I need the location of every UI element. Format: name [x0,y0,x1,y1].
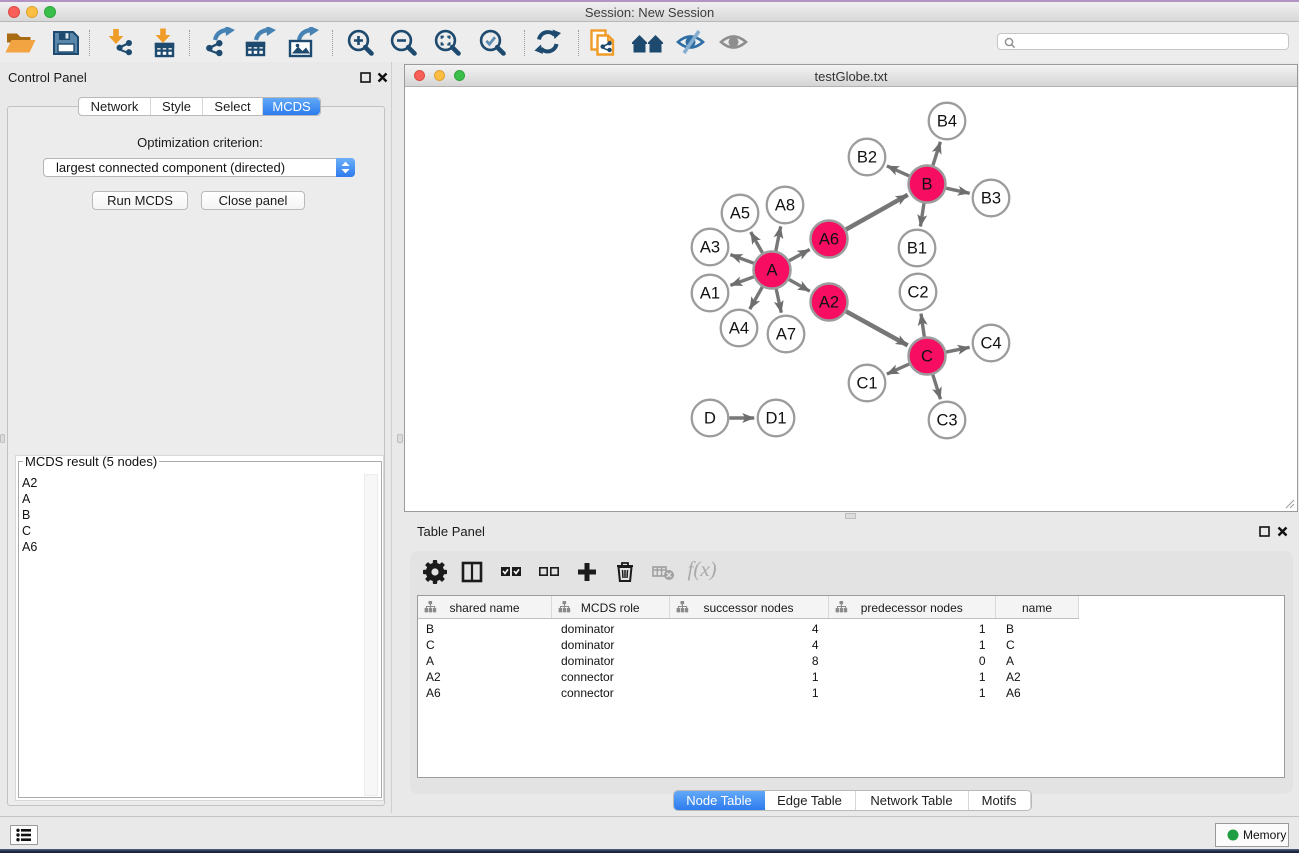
svg-text:B2: B2 [857,149,877,167]
svg-text:D1: D1 [765,410,786,428]
svg-text:A1: A1 [700,285,720,303]
svg-text:A6: A6 [819,231,839,249]
svg-text:B: B [921,176,932,194]
svg-text:D: D [704,410,716,428]
svg-text:A: A [766,262,777,280]
svg-text:B4: B4 [937,113,957,131]
svg-text:C3: C3 [936,412,957,430]
svg-text:A3: A3 [700,239,720,257]
svg-text:C: C [921,348,933,366]
svg-text:A8: A8 [775,197,795,215]
svg-text:C2: C2 [907,284,928,302]
svg-text:B3: B3 [981,190,1001,208]
svg-text:C1: C1 [856,375,877,393]
svg-text:A5: A5 [730,205,750,223]
svg-text:A4: A4 [729,320,749,338]
svg-text:A2: A2 [819,294,839,312]
svg-text:A7: A7 [776,326,796,344]
svg-text:C4: C4 [980,335,1001,353]
svg-text:B1: B1 [907,240,927,258]
